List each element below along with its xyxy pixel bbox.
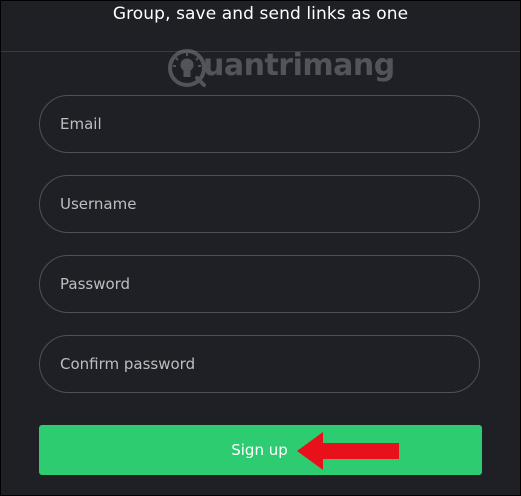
- email-input[interactable]: [60, 96, 460, 152]
- username-input[interactable]: [60, 176, 460, 232]
- username-field[interactable]: [39, 175, 480, 233]
- tagline: Group, save and send links as one: [112, 4, 409, 24]
- watermark-text: uantrimang: [203, 48, 395, 83]
- watermark-logo: uantrimang: [167, 44, 395, 92]
- confirm-password-input[interactable]: [60, 336, 460, 392]
- signup-button[interactable]: Sign up: [39, 425, 482, 475]
- signup-button-label: Sign up: [231, 441, 288, 459]
- lightbulb-icon: [168, 49, 206, 87]
- password-input[interactable]: [60, 256, 460, 312]
- password-field[interactable]: [39, 255, 480, 313]
- signup-panel: Group, save and send links as one uantri…: [0, 0, 521, 496]
- confirm-password-field[interactable]: [39, 335, 480, 393]
- arrow-left-icon: [297, 432, 399, 470]
- email-field[interactable]: [39, 95, 480, 153]
